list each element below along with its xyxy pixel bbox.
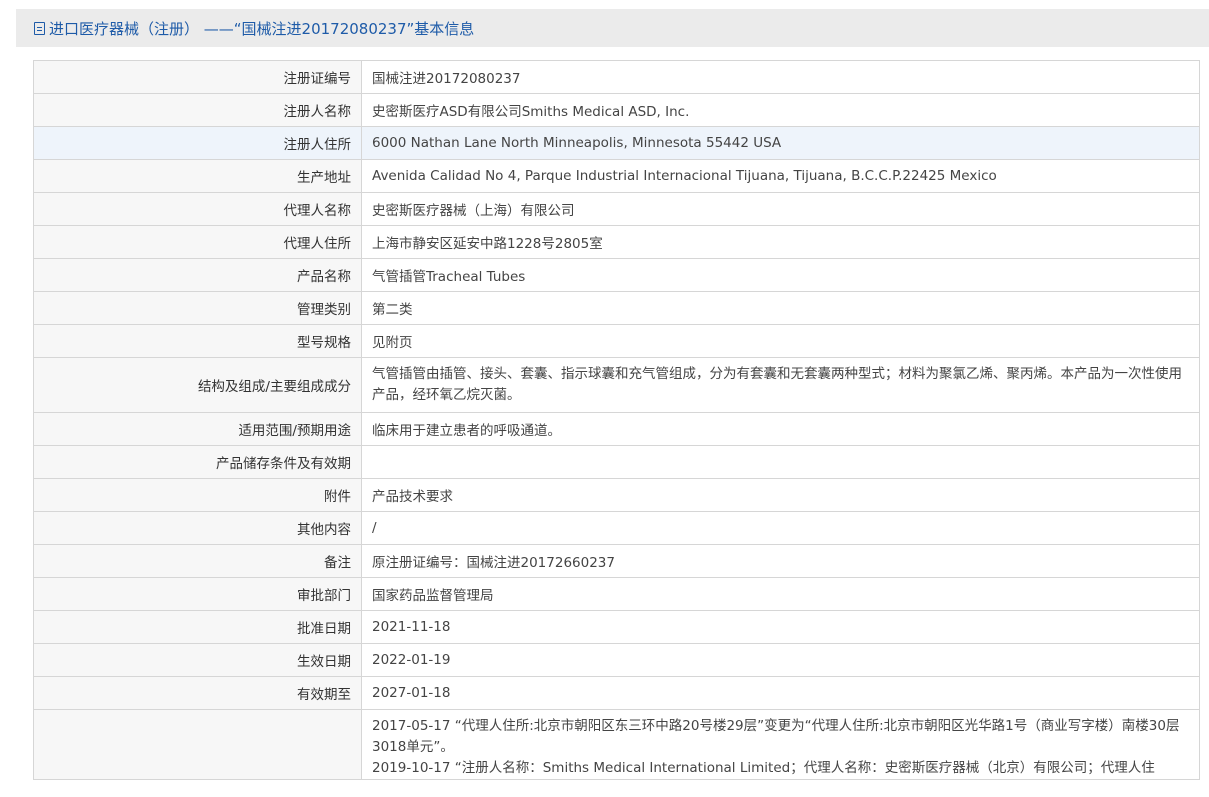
table-row: 结构及组成/主要组成成分 气管插管由插管、接头、套囊、指示球囊和充气管组成，分为有… (33, 357, 1200, 413)
table-row: 产品名称 气管插管Tracheal Tubes (33, 258, 1200, 292)
table-row: 批准日期 2021-11-18 (33, 610, 1200, 644)
table-row: 管理类别 第二类 (33, 291, 1200, 325)
table-row: 代理人名称 史密斯医疗器械（上海）有限公司 (33, 192, 1200, 226)
field-value: 史密斯医疗ASD有限公司Smiths Medical ASD, Inc. (361, 93, 1200, 127)
field-label: 代理人住所 (33, 225, 362, 259)
change-entry: 2017-05-17 “代理人住所:北京市朝阳区东三环中路20号楼29层”变更为… (372, 718, 1180, 755)
field-label: 注册证编号 (33, 60, 362, 94)
page-title: 进口医疗器械（注册） ——“国械注进20172080237”基本信息 (49, 19, 475, 38)
document-icon (34, 21, 45, 35)
table-row: 注册证编号 国械注进20172080237 (33, 60, 1200, 94)
field-label: 管理类别 (33, 291, 362, 325)
field-value: 临床用于建立患者的呼吸通道。 (361, 412, 1200, 446)
field-value: 上海市静安区延安中路1228号2805室 (361, 225, 1200, 259)
table-row: 备注 原注册证编号：国械注进20172660237 (33, 544, 1200, 578)
table-row: 生效日期 2022-01-19 (33, 643, 1200, 677)
table-row: 注册人住所 6000 Nathan Lane North Minneapolis,… (33, 126, 1200, 160)
field-value (361, 445, 1200, 479)
field-label: 生效日期 (33, 643, 362, 677)
field-value: 气管插管Tracheal Tubes (361, 258, 1200, 292)
field-label: 注册人住所 (33, 126, 362, 160)
field-value: 2027-01-18 (361, 676, 1200, 710)
field-value: 史密斯医疗器械（上海）有限公司 (361, 192, 1200, 226)
page: 进口医疗器械（注册） ——“国械注进20172080237”基本信息 注册证编号… (0, 0, 1209, 797)
table-row: 生产地址 Avenida Calidad No 4, Parque Industr… (33, 159, 1200, 193)
field-label: 其他内容 (33, 511, 362, 545)
field-label: 产品储存条件及有效期 (33, 445, 362, 479)
top-strip (16, 0, 1209, 9)
field-label: 型号规格 (33, 324, 362, 358)
field-label: 批准日期 (33, 610, 362, 644)
table-row: 型号规格 见附页 (33, 324, 1200, 358)
table-row-change-history: 2017-05-17 “代理人住所:北京市朝阳区东三环中路20号楼29层”变更为… (33, 709, 1200, 780)
header-bar: 进口医疗器械（注册） ——“国械注进20172080237”基本信息 (16, 9, 1209, 47)
table-row: 审批部门 国家药品监督管理局 (33, 577, 1200, 611)
table-row: 注册人名称 史密斯医疗ASD有限公司Smiths Medical ASD, Inc… (33, 93, 1200, 127)
field-label: 有效期至 (33, 676, 362, 710)
table-row: 产品储存条件及有效期 (33, 445, 1200, 479)
info-table: 注册证编号 国械注进20172080237 注册人名称 史密斯医疗ASD有限公司Smi… (33, 60, 1200, 780)
field-label: 结构及组成/主要组成成分 (33, 357, 362, 413)
field-value: 见附页 (361, 324, 1200, 358)
field-value: 原注册证编号：国械注进20172660237 (361, 544, 1200, 578)
table-row: 适用范围/预期用途 临床用于建立患者的呼吸通道。 (33, 412, 1200, 446)
field-label (33, 709, 362, 780)
field-value: 2022-01-19 (361, 643, 1200, 677)
field-value: 气管插管由插管、接头、套囊、指示球囊和充气管组成，分为有套囊和无套囊两种型式；材… (361, 357, 1200, 413)
field-value: 产品技术要求 (361, 478, 1200, 512)
table-row: 其他内容 / (33, 511, 1200, 545)
table-row: 附件 产品技术要求 (33, 478, 1200, 512)
field-label: 注册人名称 (33, 93, 362, 127)
field-value: 国械注进20172080237 (361, 60, 1200, 94)
field-label: 审批部门 (33, 577, 362, 611)
field-label: 适用范围/预期用途 (33, 412, 362, 446)
table-row: 代理人住所 上海市静安区延安中路1228号2805室 (33, 225, 1200, 259)
field-value: 2021-11-18 (361, 610, 1200, 644)
field-value: 国家药品监督管理局 (361, 577, 1200, 611)
field-label: 产品名称 (33, 258, 362, 292)
field-value: 6000 Nathan Lane North Minneapolis, Minn… (361, 126, 1200, 160)
field-label: 备注 (33, 544, 362, 578)
field-value: Avenida Calidad No 4, Parque Industrial … (361, 159, 1200, 193)
change-entry: 2019-10-17 “注册人名称：Smiths Medical Interna… (372, 760, 1155, 776)
content-box: 注册证编号 国械注进20172080237 注册人名称 史密斯医疗ASD有限公司Smi… (16, 47, 1209, 797)
field-value: / (361, 511, 1200, 545)
field-label: 代理人名称 (33, 192, 362, 226)
change-history-value: 2017-05-17 “代理人住所:北京市朝阳区东三环中路20号楼29层”变更为… (361, 709, 1200, 780)
table-row: 有效期至 2027-01-18 (33, 676, 1200, 710)
field-label: 附件 (33, 478, 362, 512)
field-label: 生产地址 (33, 159, 362, 193)
field-value: 第二类 (361, 291, 1200, 325)
